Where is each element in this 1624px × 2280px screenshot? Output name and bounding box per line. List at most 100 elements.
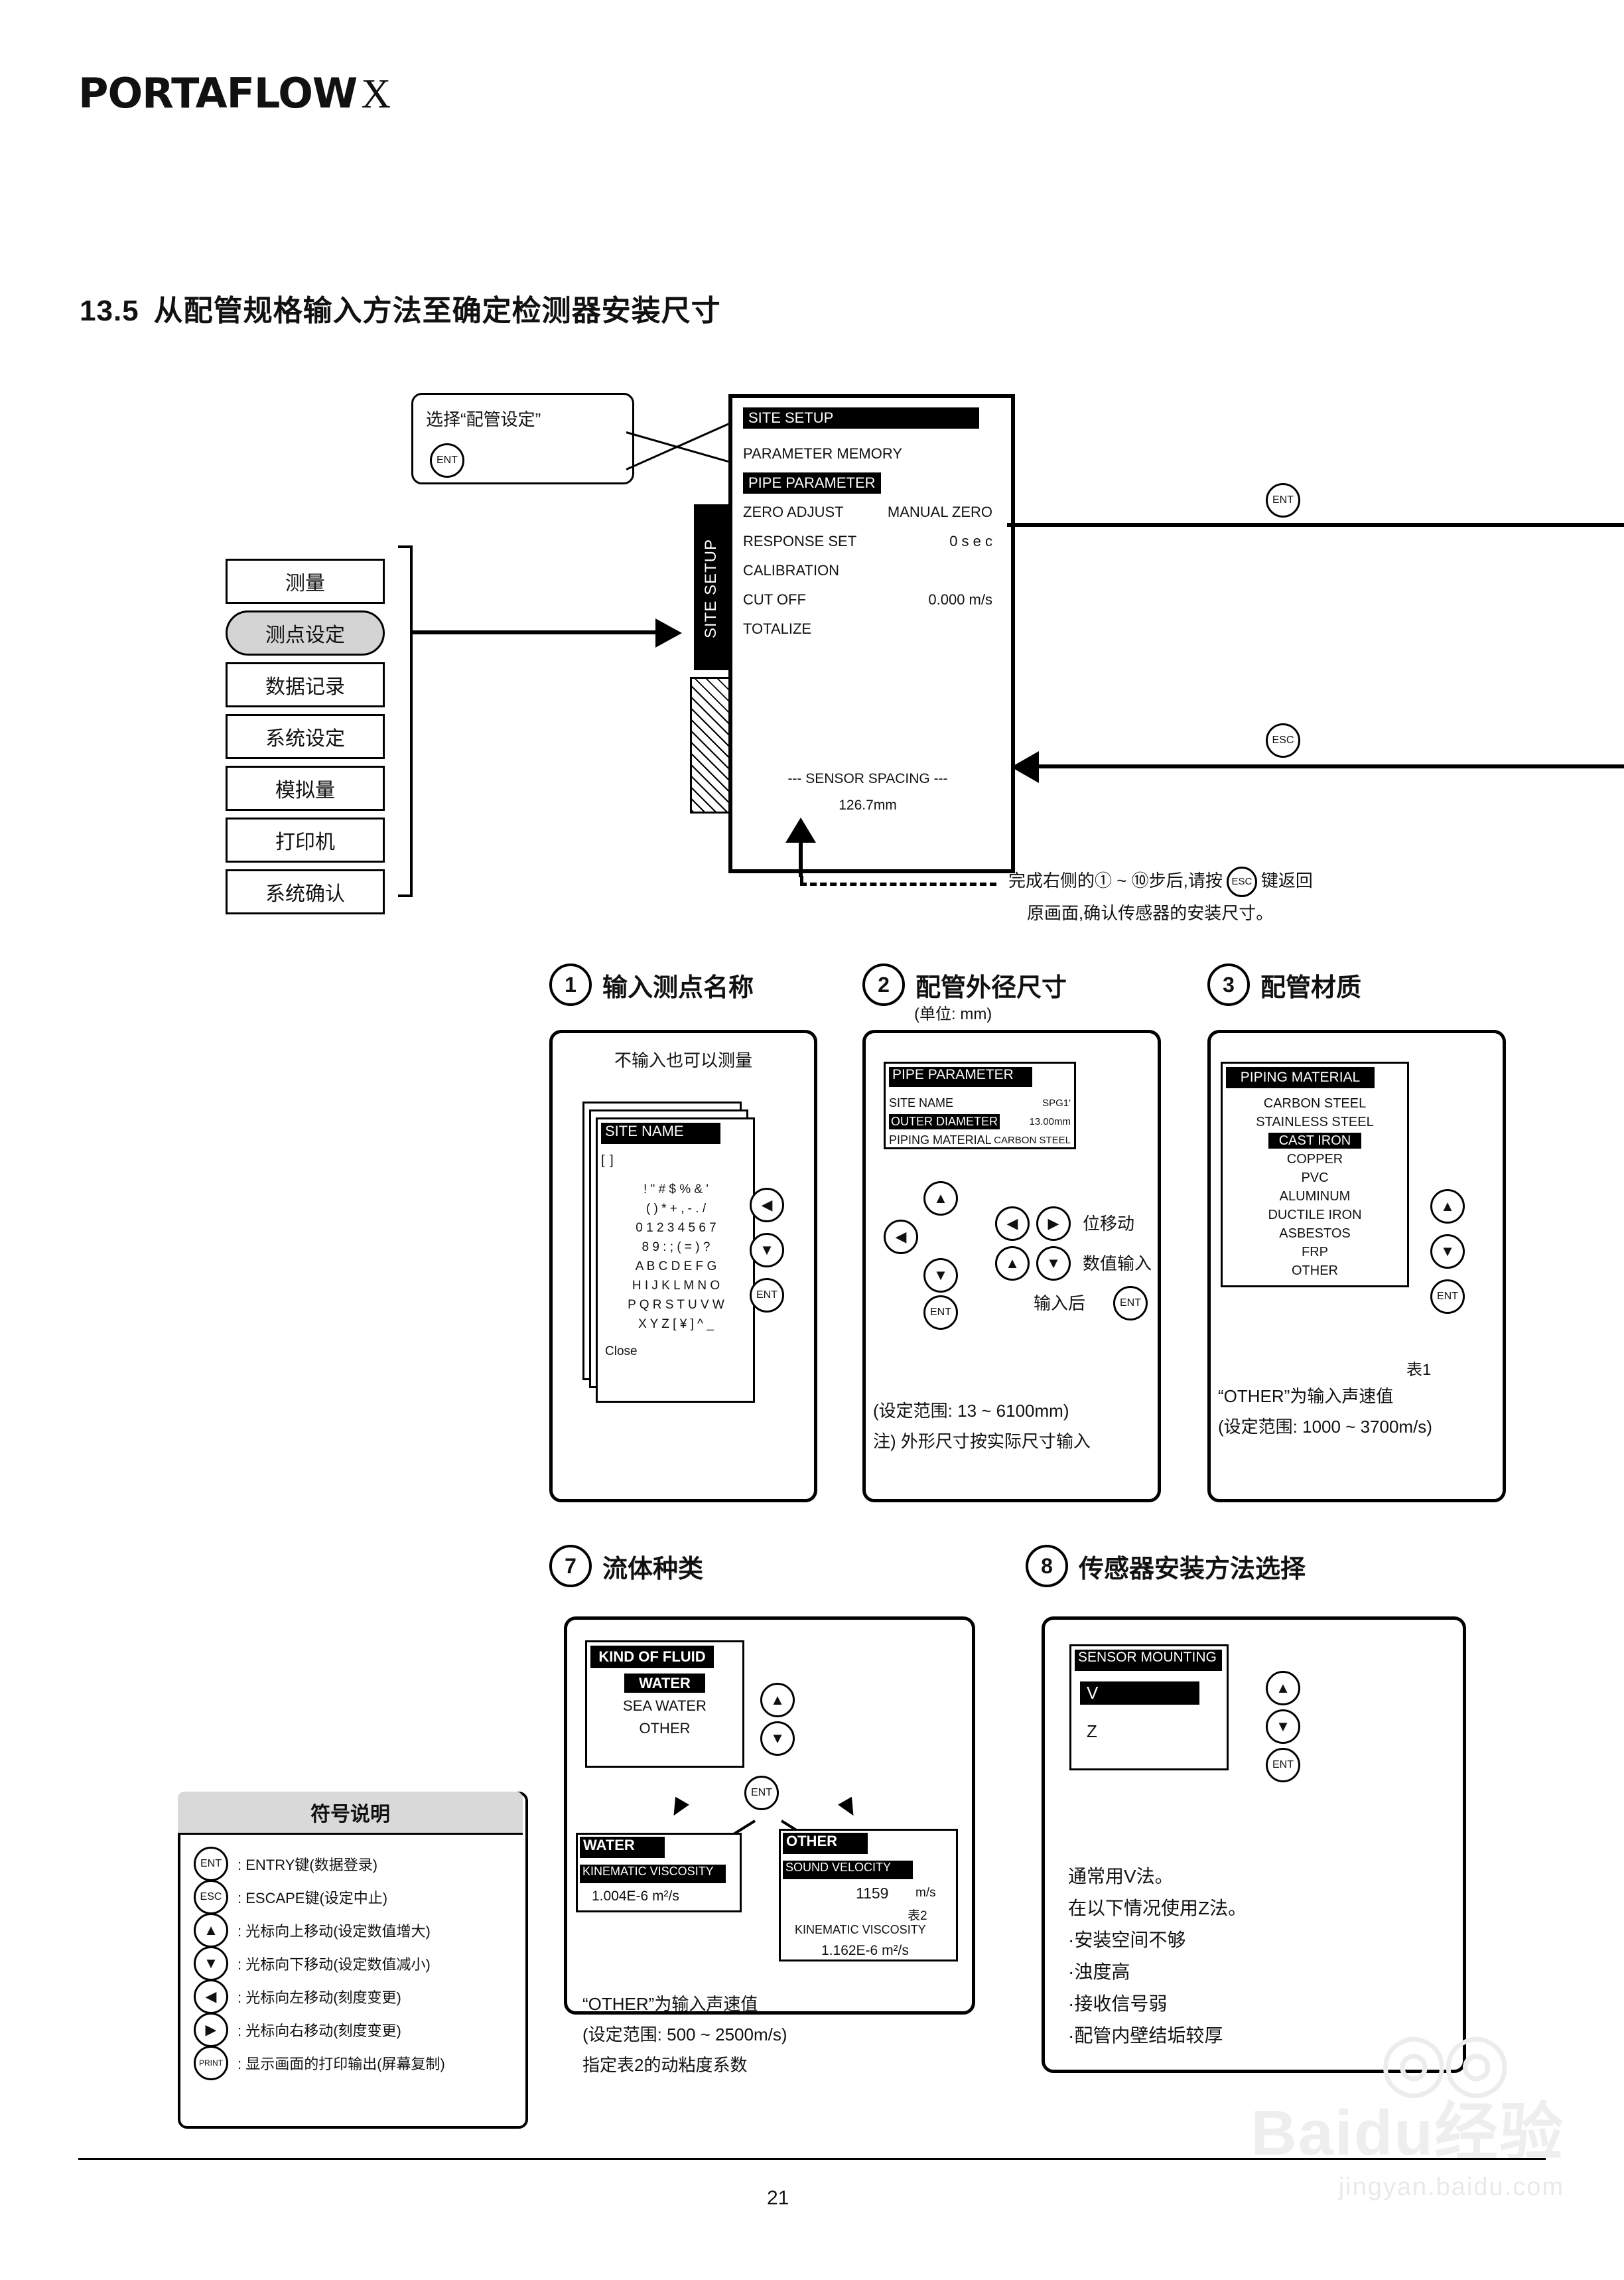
ent-key-icon-s7[interactable]: ENT	[744, 1776, 779, 1810]
up-arrow-key-icon-s2-b[interactable]: ▲	[995, 1246, 1030, 1281]
step3-item-9[interactable]: OTHER	[1226, 1263, 1404, 1282]
step8-item-1[interactable]: Z	[1087, 1721, 1097, 1742]
left-arrow-key-icon-legend: ◀	[194, 1979, 228, 2014]
up-arrow-key-icon-s8[interactable]: ▲	[1266, 1671, 1300, 1705]
step1-charset-row-6: P Q R S T U V W	[628, 1298, 724, 1312]
legend-row-1-text: : ESCAPE键(设定中止)	[237, 1890, 388, 1906]
lcd-vertical-tab: SITE SETUP	[694, 504, 728, 670]
down-arrow-key-icon-s2-a[interactable]: ▼	[923, 1258, 958, 1293]
menu-to-lcd-arrow	[655, 618, 682, 648]
menu-to-lcd-line	[411, 630, 657, 634]
ent-key-icon: ENT	[430, 443, 464, 478]
menu-item-0[interactable]: 测量	[226, 559, 385, 604]
step2-title: 配管外径尺寸	[915, 973, 1067, 1002]
dashed-return-line	[800, 883, 996, 886]
esc-flow-line	[1035, 764, 1624, 768]
step3-item-3[interactable]: COPPER	[1226, 1152, 1404, 1171]
lcd-row-3-label: RESPONSE SET	[743, 533, 857, 549]
step3-table-ref: 表1	[1406, 1361, 1432, 1379]
left-arrow-key-icon-s2-b[interactable]: ◀	[995, 1206, 1030, 1241]
page-number: 21	[767, 2187, 789, 2209]
menu-item-1[interactable]: 测点设定	[226, 610, 385, 656]
step2-lcd-title: PIPE PARAMETER	[889, 1067, 1032, 1087]
step3-item-0[interactable]: CARBON STEEL	[1226, 1096, 1404, 1115]
lcd-row-0-label: PARAMETER MEMORY	[743, 445, 902, 462]
lcd-row-1-label[interactable]: PIPE PARAMETER	[743, 472, 881, 494]
esc-flow-arrow	[1011, 751, 1039, 783]
step7-water-row-value: 1.004E-6 m²/s	[592, 1888, 679, 1904]
dashed-note-post: 键返回	[1260, 870, 1313, 891]
legend-row-3: ▼ : 光标向下移动(设定数值减小)	[194, 1946, 512, 1981]
left-arrow-key-icon-s2[interactable]: ◀	[884, 1220, 918, 1254]
step8-note-5: ·配管内壁结垢较厚	[1068, 2025, 1223, 2046]
ent-key-icon-s2-b[interactable]: ENT	[1113, 1286, 1148, 1320]
up-arrow-key-icon-s3[interactable]: ▲	[1430, 1189, 1465, 1224]
step3-item-4[interactable]: PVC	[1226, 1171, 1404, 1189]
dashed-note: 完成右侧的① ~ ⑩步后,请按 ESC 键返回	[1008, 867, 1579, 897]
step7-item-2[interactable]: OTHER	[590, 1720, 739, 1743]
step8-header: 8 传感器安装方法选择	[1026, 1545, 1306, 1587]
step2-subtitle: (单位: mm)	[914, 1005, 992, 1023]
step7-number: 7	[549, 1545, 592, 1587]
down-arrow-key-icon-s7[interactable]: ▼	[760, 1721, 795, 1756]
legend-row-3-text: : 光标向下移动(设定数值减小)	[237, 1956, 431, 1973]
step7-item-0[interactable]: WATER	[590, 1674, 739, 1697]
legend-row-2-text: : 光标向上移动(设定数值增大)	[237, 1923, 431, 1940]
right-arrow-key-icon-legend: ▶	[194, 2013, 228, 2047]
step8-item-0[interactable]: V	[1080, 1681, 1199, 1705]
right-arrow-key-icon-s2[interactable]: ▶	[1036, 1206, 1071, 1241]
step3-item-2[interactable]: CAST IRON	[1226, 1133, 1404, 1152]
menu-item-6[interactable]: 系统确认	[226, 869, 385, 914]
step2-row-2-value: CARBON STEEL	[994, 1134, 1071, 1146]
up-arrow-key-icon-s7[interactable]: ▲	[760, 1683, 795, 1717]
step1-close-button[interactable]: Close	[605, 1344, 638, 1359]
esc-key-icon-legend: ESC	[194, 1880, 228, 1914]
down-arrow-key-icon-s8[interactable]: ▼	[1266, 1709, 1300, 1744]
left-arrow-key-icon-s1[interactable]: ◀	[750, 1188, 784, 1222]
step7-note2: (设定范围: 500 ~ 2500m/s)	[582, 2025, 787, 2044]
menu-bracket-bottom	[398, 894, 413, 897]
menu-item-2[interactable]: 数据记录	[226, 662, 385, 707]
step2-row-1-label[interactable]: OUTER DIAMETER	[889, 1113, 1000, 1129]
step1-charset-row-3: 8 9 : ; ( = ) ?	[642, 1240, 710, 1254]
ent-key-icon-s1[interactable]: ENT	[750, 1278, 784, 1313]
legend-row-2: ▲: 光标向上移动(设定数值增大)	[194, 1913, 512, 1948]
step3-item-7[interactable]: ASBESTOS	[1226, 1226, 1404, 1245]
lcd-row-2-label: ZERO ADJUST	[743, 504, 844, 520]
step7-other-row2-label: KINEMATIC VISCOSITY	[795, 1923, 926, 1936]
menu-item-5[interactable]: 打印机	[226, 818, 385, 863]
step7-other-table-ref: 表2	[908, 1909, 927, 1923]
step8-note-1: 在以下情况使用Z法。	[1068, 1898, 1247, 1918]
step7-item-1[interactable]: SEA WATER	[590, 1697, 739, 1720]
step1-field: [ ]	[601, 1153, 614, 1168]
step2-note2: 注) 外形尺寸按实际尺寸输入	[873, 1431, 1091, 1451]
step3-item-1[interactable]: STAINLESS STEEL	[1226, 1115, 1404, 1133]
step1-charset-row-5: H I J K L M N O	[632, 1279, 720, 1293]
menu-item-4[interactable]: 模拟量	[226, 766, 385, 811]
esc-key-icon-right: ESC	[1266, 723, 1300, 758]
step3-item-5[interactable]: ALUMINUM	[1226, 1189, 1404, 1208]
down-arrow-key-icon-legend: ▼	[194, 1946, 228, 1981]
step3-item-8[interactable]: FRP	[1226, 1245, 1404, 1263]
dashed-note-line2: 原画面,确认传感器的安装尺寸。	[1027, 903, 1274, 923]
step3-item-6[interactable]: DUCTILE IRON	[1226, 1208, 1404, 1226]
step1-charset-row-0: ! " # $ % & '	[643, 1182, 709, 1196]
ent-key-icon-s3[interactable]: ENT	[1430, 1279, 1465, 1314]
step2-key-label-1: 数值输入	[1083, 1253, 1152, 1273]
lcd-row-5-value: 0.000 m/s	[928, 591, 992, 608]
down-arrow-key-icon-s3[interactable]: ▼	[1430, 1234, 1465, 1269]
lcd-row-3-value: 0 s e c	[949, 533, 992, 549]
menu-item-3[interactable]: 系统设定	[226, 714, 385, 759]
ent-key-icon-s8[interactable]: ENT	[1266, 1748, 1300, 1782]
lcd-title: SITE SETUP	[743, 407, 979, 429]
down-arrow-key-icon-s1[interactable]: ▼	[750, 1233, 784, 1267]
ent-key-icon-s2[interactable]: ENT	[923, 1295, 958, 1330]
step8-note-4: ·接收信号弱	[1068, 1993, 1168, 2014]
lcd-return-line	[799, 837, 803, 877]
lcd-row-5-label: CUT OFF	[743, 591, 806, 608]
watermark-sub: jingyan.baidu.com	[1338, 2173, 1564, 2201]
up-arrow-key-icon-s2-a[interactable]: ▲	[923, 1181, 958, 1216]
step7-title: 流体种类	[602, 1555, 704, 1583]
brand-logo: PORTAFLOWX	[78, 69, 391, 118]
down-arrow-key-icon-s2-b[interactable]: ▼	[1036, 1246, 1071, 1281]
